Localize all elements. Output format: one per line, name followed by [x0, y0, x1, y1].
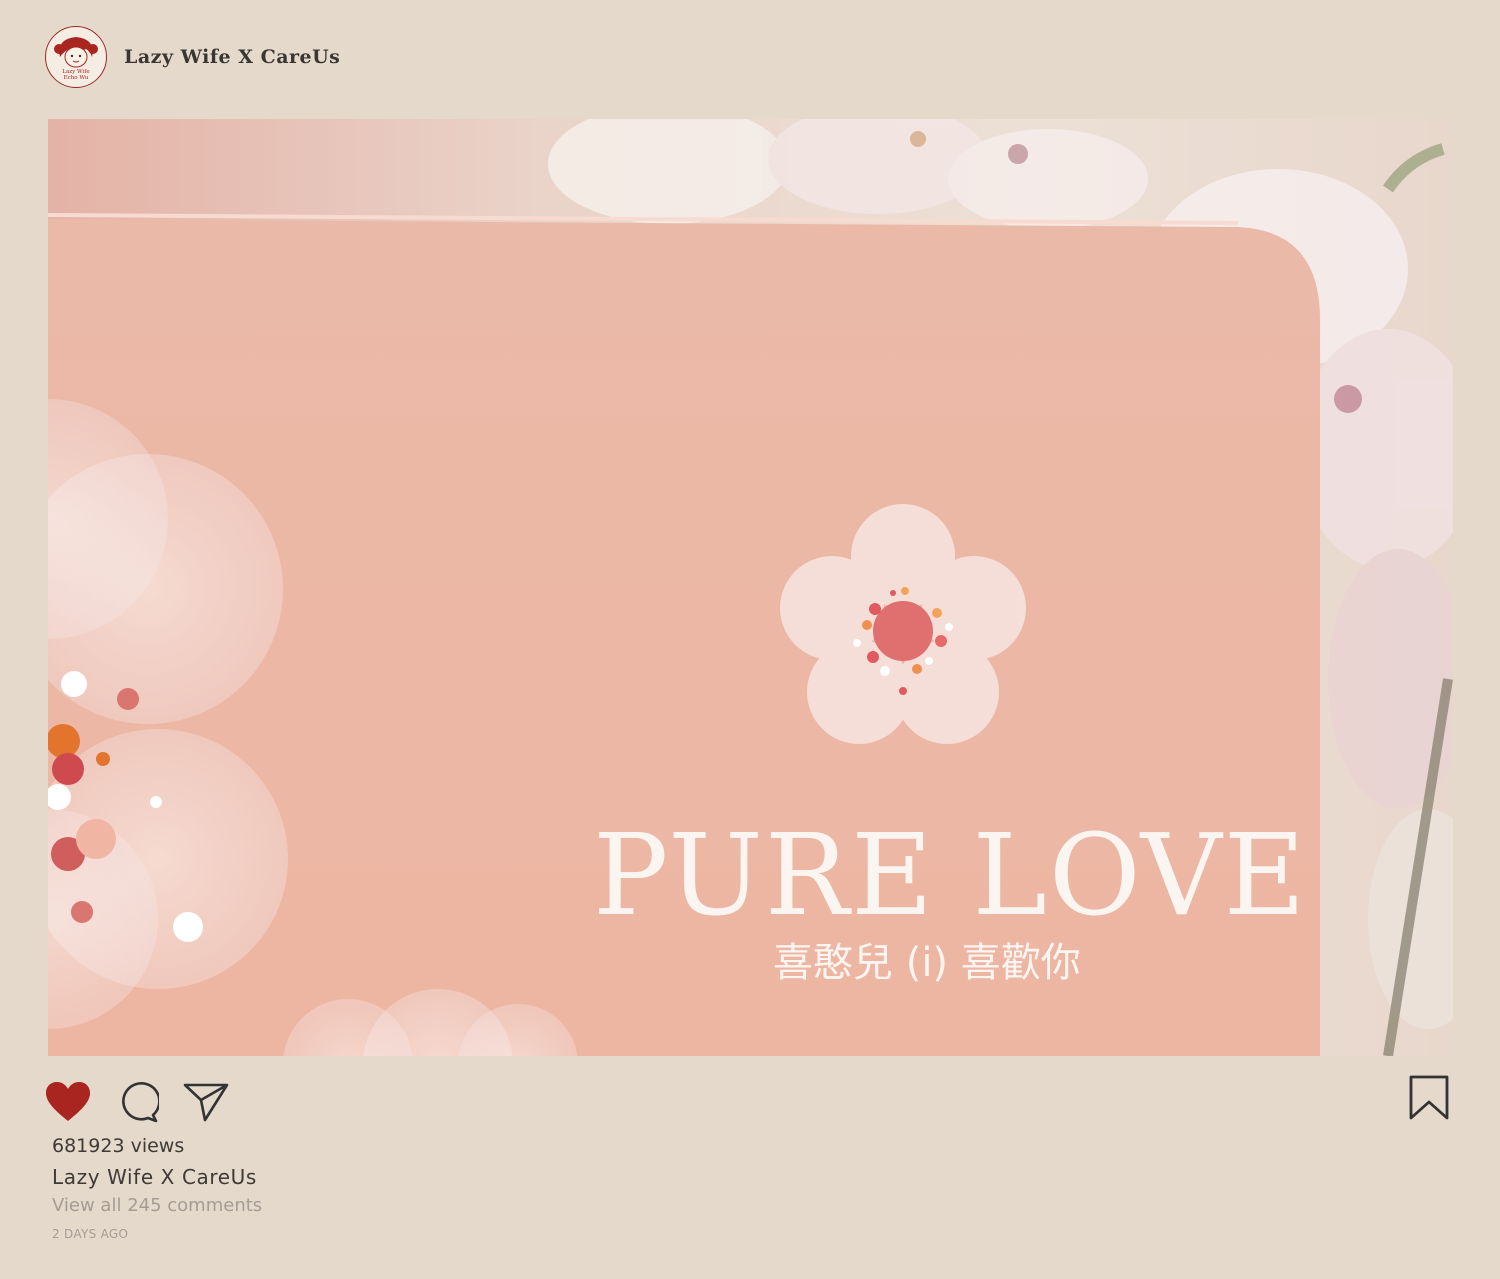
avatar[interactable]: Lazy Wife Echo Wu: [45, 25, 107, 88]
heart-icon: [46, 1082, 90, 1121]
comment-button[interactable]: [114, 1078, 162, 1126]
view-comments-link[interactable]: View all 245 comments: [52, 1195, 262, 1216]
view-count: 681923 views: [52, 1135, 185, 1157]
box-subtitle: 喜憨兒 (i) 喜歡你: [773, 940, 1081, 986]
action-bar: [44, 1078, 230, 1126]
share-button[interactable]: [182, 1078, 230, 1126]
post-header: Lazy Wife Echo Wu Lazy Wife X CareUs: [45, 25, 340, 88]
caption-username[interactable]: Lazy Wife X CareUs: [52, 1165, 257, 1189]
post-timestamp: 2 DAYS AGO: [52, 1227, 129, 1241]
post-username[interactable]: Lazy Wife X CareUs: [124, 46, 340, 68]
bookmark-icon: [1409, 1075, 1449, 1120]
avatar-text-line2: Echo Wu: [64, 75, 89, 81]
comment-bubble-icon: [122, 1082, 159, 1123]
box-title: PURE LOVE: [593, 811, 1307, 941]
avatar-logo-icon: Lazy Wife Echo Wu: [54, 36, 98, 81]
save-button[interactable]: [1408, 1075, 1450, 1125]
like-button[interactable]: [44, 1078, 92, 1126]
post-photo[interactable]: PURE LOVE 喜憨兒 (i) 喜歡你: [48, 119, 1453, 1056]
send-plane-icon: [183, 1083, 229, 1122]
